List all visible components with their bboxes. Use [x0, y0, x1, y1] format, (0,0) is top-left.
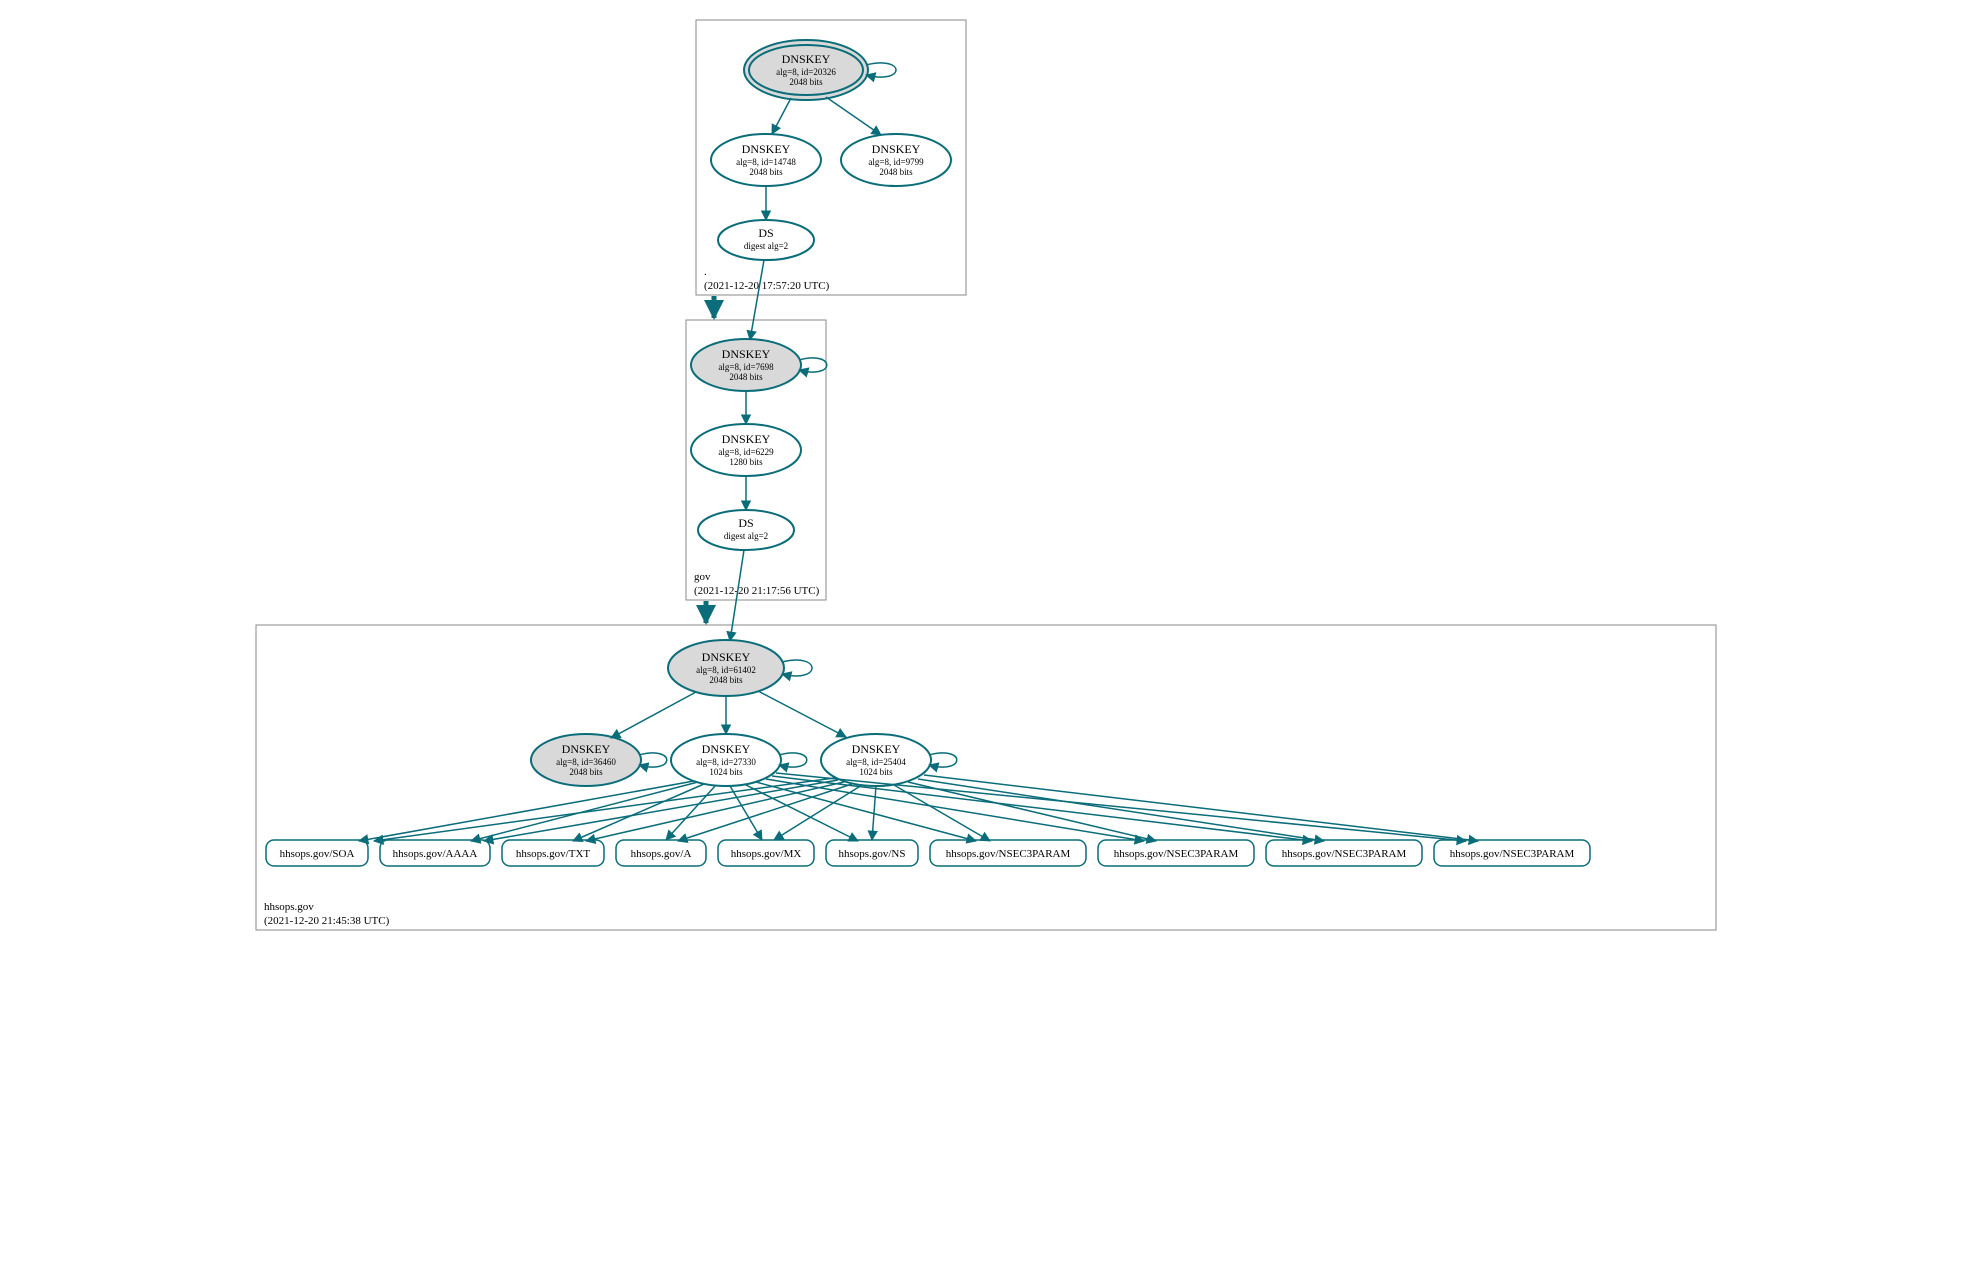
svg-text:alg=8, id=25404: alg=8, id=25404 [846, 757, 906, 767]
svg-text:1024 bits: 1024 bits [859, 767, 893, 777]
edge-rootksk-zsk1 [772, 98, 791, 134]
edge-leafzskb-self [779, 753, 807, 767]
svg-text:DNSKEY: DNSKEY [851, 742, 900, 756]
edge-leafksk-self [782, 660, 812, 676]
zone-leaf-name: hhsops.gov [264, 901, 314, 913]
edge-leafzska-self [639, 753, 667, 767]
zone-gov-ts: (2021-12-20 21:17:56 UTC) [694, 585, 820, 597]
svg-text:hhsops.gov/TXT: hhsops.gov/TXT [515, 848, 590, 860]
svg-text:hhsops.gov/NSEC3PARAM: hhsops.gov/NSEC3PARAM [1281, 848, 1406, 860]
edge-rootds-govksk [750, 260, 764, 340]
zone-gov-name: gov [694, 571, 711, 583]
svg-text:DNSKEY: DNSKEY [561, 742, 610, 756]
edge-leafksk-zskc [758, 691, 846, 737]
edge-govksk-self [799, 358, 827, 372]
zone-leaf-box [256, 625, 1716, 930]
dnssec-graph: . (2021-12-20 17:57:20 UTC) DNSKEY alg=8… [246, 0, 1726, 970]
svg-text:hhsops.gov/AAAA: hhsops.gov/AAAA [392, 848, 477, 860]
edge-leafzskc-self [929, 753, 957, 767]
node-root-zsk2: DNSKEY alg=8, id=9799 2048 bits [841, 134, 951, 186]
svg-text:alg=8, id=20326: alg=8, id=20326 [776, 67, 836, 77]
svg-text:1280 bits: 1280 bits [729, 457, 763, 467]
svg-text:alg=8, id=27330: alg=8, id=27330 [696, 757, 756, 767]
svg-text:hhsops.gov/SOA: hhsops.gov/SOA [279, 848, 354, 860]
edge-rootksk-zsk2 [826, 97, 881, 135]
node-leaf-zsk-a: DNSKEY alg=8, id=36460 2048 bits [531, 734, 641, 786]
rr-group: hhsops.gov/SOA hhsops.gov/AAAA hhsops.go… [266, 840, 1590, 866]
node-gov-zsk: DNSKEY alg=8, id=6229 1280 bits [691, 424, 801, 476]
svg-text:alg=8, id=6229: alg=8, id=6229 [718, 447, 774, 457]
svg-text:2048 bits: 2048 bits [729, 372, 763, 382]
svg-text:hhsops.gov/MX: hhsops.gov/MX [730, 848, 801, 860]
svg-text:alg=8, id=36460: alg=8, id=36460 [556, 757, 616, 767]
svg-text:DNSKEY: DNSKEY [721, 432, 770, 446]
svg-text:hhsops.gov/NSEC3PARAM: hhsops.gov/NSEC3PARAM [945, 848, 1070, 860]
node-gov-ksk: DNSKEY alg=8, id=7698 2048 bits [691, 339, 801, 391]
svg-text:alg=8, id=9799: alg=8, id=9799 [868, 157, 924, 167]
svg-text:2048 bits: 2048 bits [789, 77, 823, 87]
svg-text:DNSKEY: DNSKEY [701, 742, 750, 756]
node-root-ksk: DNSKEY alg=8, id=20326 2048 bits [744, 40, 868, 100]
zone-leaf-ts: (2021-12-20 21:45:38 UTC) [264, 915, 390, 927]
svg-text:alg=8, id=7698: alg=8, id=7698 [718, 362, 774, 372]
svg-text:DS: DS [758, 226, 773, 240]
node-root-ds: DS digest alg=2 [718, 220, 814, 260]
svg-text:2048 bits: 2048 bits [709, 675, 743, 685]
edge-leafksk-zska [611, 692, 696, 738]
svg-text:2048 bits: 2048 bits [749, 167, 783, 177]
svg-text:DNSKEY: DNSKEY [871, 142, 920, 156]
svg-text:hhsops.gov/NSEC3PARAM: hhsops.gov/NSEC3PARAM [1449, 848, 1574, 860]
svg-text:hhsops.gov/NS: hhsops.gov/NS [838, 848, 905, 860]
svg-text:digest alg=2: digest alg=2 [743, 241, 787, 251]
svg-text:1024 bits: 1024 bits [709, 767, 743, 777]
svg-text:DNSKEY: DNSKEY [721, 347, 770, 361]
node-gov-ds: DS digest alg=2 [698, 510, 794, 550]
edge-root-ksk-self [866, 63, 896, 77]
zone-root-ts: (2021-12-20 17:57:20 UTC) [704, 280, 830, 292]
svg-text:DS: DS [738, 516, 753, 530]
svg-text:DNSKEY: DNSKEY [701, 650, 750, 664]
svg-text:hhsops.gov/NSEC3PARAM: hhsops.gov/NSEC3PARAM [1113, 848, 1238, 860]
svg-text:hhsops.gov/A: hhsops.gov/A [630, 848, 691, 860]
node-leaf-ksk: DNSKEY alg=8, id=61402 2048 bits [668, 640, 784, 696]
svg-text:2048 bits: 2048 bits [879, 167, 913, 177]
svg-text:alg=8, id=14748: alg=8, id=14748 [736, 157, 796, 167]
svg-text:DNSKEY: DNSKEY [781, 52, 830, 66]
node-leaf-zsk-c: DNSKEY alg=8, id=25404 1024 bits [821, 734, 931, 786]
node-root-zsk1: DNSKEY alg=8, id=14748 2048 bits [711, 134, 821, 186]
node-leaf-zsk-b: DNSKEY alg=8, id=27330 1024 bits [671, 734, 781, 786]
zone-root-name: . [704, 266, 707, 278]
svg-text:digest alg=2: digest alg=2 [723, 531, 767, 541]
svg-text:2048 bits: 2048 bits [569, 767, 603, 777]
svg-text:DNSKEY: DNSKEY [741, 142, 790, 156]
svg-text:alg=8, id=61402: alg=8, id=61402 [696, 665, 756, 675]
